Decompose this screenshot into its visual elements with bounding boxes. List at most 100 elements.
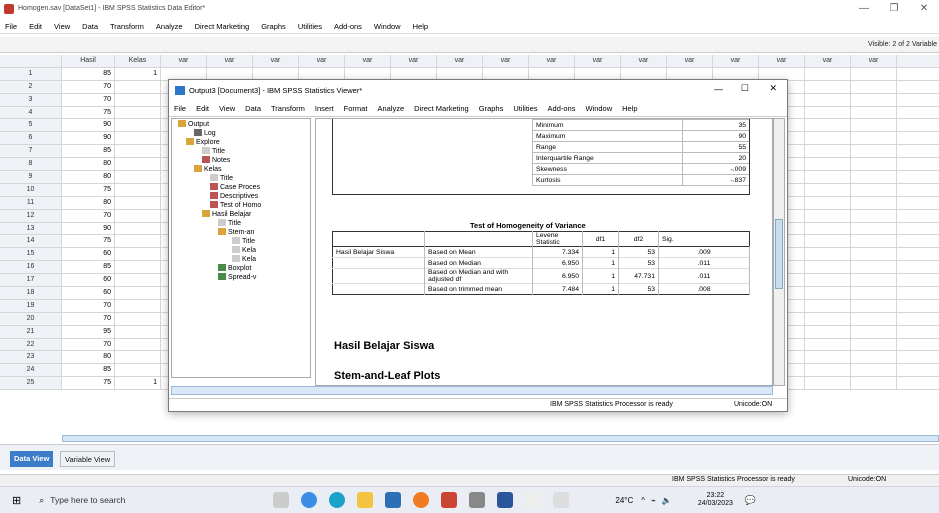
cell-hasil[interactable]: 70 bbox=[62, 299, 115, 312]
cell-hasil[interactable]: 70 bbox=[62, 312, 115, 325]
row-number[interactable]: 14 bbox=[0, 235, 62, 248]
row-number[interactable]: 7 bbox=[0, 145, 62, 158]
tray-arrow-icon[interactable]: ^ bbox=[641, 496, 645, 505]
empty-cell[interactable] bbox=[805, 325, 851, 338]
empty-cell[interactable] bbox=[851, 338, 897, 351]
cell-kelas[interactable] bbox=[115, 325, 161, 338]
cell-hasil[interactable]: 75 bbox=[62, 106, 115, 119]
tree-node-boxplot[interactable]: Boxplot bbox=[218, 264, 251, 273]
empty-cell[interactable] bbox=[575, 67, 621, 80]
menu-add-ons[interactable]: Add-ons bbox=[334, 22, 362, 31]
maximize-icon[interactable]: ☐ bbox=[741, 83, 749, 94]
row-number[interactable]: 9 bbox=[0, 171, 62, 183]
column-header[interactable]: var bbox=[207, 55, 253, 67]
edge-icon[interactable] bbox=[301, 492, 318, 508]
empty-cell[interactable] bbox=[851, 312, 897, 325]
column-header[interactable]: Kelas bbox=[115, 55, 161, 67]
empty-cell[interactable] bbox=[805, 312, 851, 325]
row-number[interactable]: 12 bbox=[0, 209, 62, 222]
network-icon[interactable]: ⌁ bbox=[651, 496, 656, 505]
empty-cell[interactable] bbox=[667, 67, 713, 80]
viewer-menu-direct-marketing[interactable]: Direct Marketing bbox=[414, 104, 469, 113]
output-content-pane[interactable]: Minimum 35 Maximum 90 Range 55 Interquartile R… bbox=[315, 118, 773, 386]
empty-cell[interactable] bbox=[851, 299, 897, 312]
cell-kelas[interactable] bbox=[115, 93, 161, 106]
row-number[interactable]: 16 bbox=[0, 261, 62, 274]
row-number[interactable]: 18 bbox=[0, 287, 62, 299]
empty-cell[interactable] bbox=[805, 274, 851, 287]
volume-icon[interactable]: 🔈 bbox=[662, 496, 672, 505]
empty-cell[interactable] bbox=[851, 235, 897, 248]
minimize-icon[interactable]: — bbox=[714, 84, 723, 94]
empty-cell[interactable] bbox=[805, 248, 851, 261]
row-number[interactable]: 4 bbox=[0, 106, 62, 119]
menu-help[interactable]: Help bbox=[413, 22, 428, 31]
row-number[interactable]: 21 bbox=[0, 325, 62, 338]
empty-cell[interactable] bbox=[805, 93, 851, 106]
viewer-menu-utilities[interactable]: Utilities bbox=[513, 104, 537, 113]
cell-hasil[interactable]: 85 bbox=[62, 261, 115, 274]
empty-cell[interactable] bbox=[805, 196, 851, 209]
tree-node-log[interactable]: Log bbox=[194, 129, 216, 138]
empty-cell[interactable] bbox=[805, 183, 851, 196]
tree-node-spread-vs-level[interactable]: Spread-v bbox=[218, 273, 256, 282]
cell-hasil[interactable]: 60 bbox=[62, 287, 115, 299]
tab-variable-view[interactable]: Variable View bbox=[60, 451, 116, 467]
empty-cell[interactable] bbox=[805, 299, 851, 312]
empty-cell[interactable] bbox=[805, 364, 851, 377]
cell-hasil[interactable]: 90 bbox=[62, 132, 115, 145]
word-icon[interactable] bbox=[497, 492, 514, 508]
empty-cell[interactable] bbox=[805, 106, 851, 119]
empty-cell[interactable] bbox=[805, 132, 851, 145]
empty-cell[interactable] bbox=[805, 351, 851, 364]
empty-cell[interactable] bbox=[391, 67, 437, 80]
empty-cell[interactable] bbox=[253, 67, 299, 80]
row-number[interactable]: 6 bbox=[0, 132, 62, 145]
column-header[interactable]: Hasil bbox=[62, 55, 115, 67]
close-icon[interactable]: ✕ bbox=[909, 0, 939, 17]
row-number[interactable]: 3 bbox=[0, 93, 62, 106]
tree-node-notes[interactable]: Notes bbox=[202, 156, 230, 165]
viewer-menu-format[interactable]: Format bbox=[344, 104, 368, 113]
menu-window[interactable]: Window bbox=[374, 22, 401, 31]
cell-kelas[interactable] bbox=[115, 119, 161, 132]
viewer-menu-data[interactable]: Data bbox=[245, 104, 261, 113]
column-header[interactable]: var bbox=[483, 55, 529, 67]
empty-cell[interactable] bbox=[851, 274, 897, 287]
row-number[interactable]: 8 bbox=[0, 158, 62, 171]
empty-cell[interactable] bbox=[805, 222, 851, 235]
cell-kelas[interactable] bbox=[115, 171, 161, 183]
menu-graphs[interactable]: Graphs bbox=[261, 22, 286, 31]
viewer-menu-view[interactable]: View bbox=[219, 104, 235, 113]
empty-cell[interactable] bbox=[805, 171, 851, 183]
empty-cell[interactable] bbox=[851, 377, 897, 390]
viewer-menu-help[interactable]: Help bbox=[622, 104, 637, 113]
cell-hasil[interactable]: 90 bbox=[62, 119, 115, 132]
cell-hasil[interactable]: 95 bbox=[62, 325, 115, 338]
cell-kelas[interactable] bbox=[115, 351, 161, 364]
cell-kelas[interactable] bbox=[115, 299, 161, 312]
empty-cell[interactable] bbox=[805, 67, 851, 80]
viewer-scroll-thumb[interactable] bbox=[775, 219, 783, 289]
empty-cell[interactable] bbox=[851, 325, 897, 338]
menu-data[interactable]: Data bbox=[82, 22, 98, 31]
empty-cell[interactable] bbox=[805, 261, 851, 274]
cell-kelas[interactable] bbox=[115, 235, 161, 248]
cell-hasil[interactable]: 80 bbox=[62, 196, 115, 209]
cell-kelas[interactable] bbox=[115, 364, 161, 377]
cell-kelas[interactable] bbox=[115, 248, 161, 261]
empty-cell[interactable] bbox=[851, 119, 897, 132]
empty-cell[interactable] bbox=[851, 158, 897, 171]
cell-hasil[interactable]: 80 bbox=[62, 351, 115, 364]
menu-utilities[interactable]: Utilities bbox=[298, 22, 322, 31]
empty-cell[interactable] bbox=[483, 67, 529, 80]
mail-icon[interactable] bbox=[385, 492, 402, 508]
empty-cell[interactable] bbox=[805, 209, 851, 222]
empty-cell[interactable] bbox=[851, 145, 897, 158]
menu-analyze[interactable]: Analyze bbox=[156, 22, 183, 31]
column-header[interactable]: var bbox=[575, 55, 621, 67]
empty-cell[interactable] bbox=[851, 196, 897, 209]
row-number[interactable]: 22 bbox=[0, 338, 62, 351]
row-number[interactable]: 24 bbox=[0, 364, 62, 377]
row-number[interactable]: 23 bbox=[0, 351, 62, 364]
